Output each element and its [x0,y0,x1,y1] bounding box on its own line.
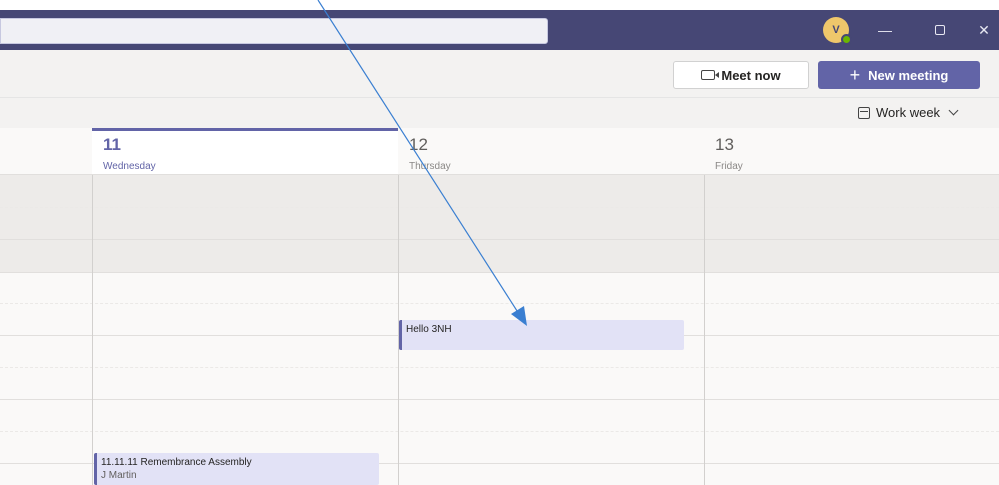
search-input[interactable] [0,18,548,44]
teams-calendar-window: V — ✕ Meet now + New meeting Work week 1… [0,0,999,485]
today-indicator [92,128,398,131]
meet-now-label: Meet now [721,67,781,83]
event-title: 11.11.11 Remembrance Assembly [101,457,252,468]
new-meeting-label: New meeting [868,67,949,83]
event-organizer: J Martin [101,470,137,481]
day-number: 12 [409,135,428,154]
event-remembrance-assembly[interactable]: 11.11.11 Remembrance Assembly J Martin [94,453,379,485]
slot-divider [0,367,999,368]
video-camera-icon [701,70,720,80]
close-icon[interactable]: ✕ [973,19,995,41]
view-label: Work week [876,105,941,120]
day-header-wednesday[interactable]: 11 Wednesday [92,128,398,175]
chevron-down-icon [948,105,959,116]
time-gutter-header [0,128,92,175]
calendar-command-bar: Meet now + New meeting [0,50,999,98]
day-name: Thursday [409,161,451,172]
column-divider [92,175,93,485]
calendar-grid: 11 Wednesday 12 Thursday 13 Friday Hello… [0,128,999,485]
view-bar: Work week [0,98,999,128]
event-hello-3nh[interactable]: Hello 3NH [399,320,684,350]
day-number: 11 [103,135,121,154]
day-header-thursday[interactable]: 12 Thursday [398,128,704,175]
plus-icon: + [849,65,861,85]
title-bar: V — ✕ [0,10,999,50]
minimize-icon[interactable]: — [874,19,896,41]
calendar-icon [858,106,870,119]
slot-divider [0,207,999,208]
day-name: Friday [715,161,743,172]
slot-divider [0,303,999,304]
slot-divider [0,431,999,432]
day-header-friday[interactable]: 13 Friday [704,128,999,175]
hour-divider [0,272,999,273]
meet-now-button[interactable]: Meet now [673,61,809,89]
hour-divider [0,239,999,240]
day-number: 13 [715,135,734,154]
new-meeting-button[interactable]: + New meeting [818,61,980,89]
off-hours-band [0,175,999,272]
time-slots[interactable]: Hello 3NH 11.11.11 Remembrance Assembly … [0,175,999,485]
day-name: Wednesday [103,161,156,172]
column-divider [704,175,705,485]
hour-divider [0,399,999,400]
event-title: Hello 3NH [406,324,452,335]
view-switcher-dropdown[interactable]: Work week [858,105,959,120]
presence-available-icon [841,34,852,45]
maximize-icon[interactable] [929,19,951,41]
